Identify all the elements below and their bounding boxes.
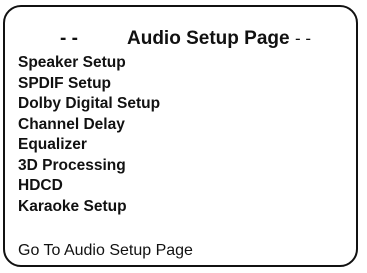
- menu-item-channel-delay[interactable]: Channel Delay: [18, 115, 160, 136]
- menu-item-karaoke-setup[interactable]: Karaoke Setup: [18, 197, 160, 218]
- page-title-bar: - - Audio Setup Page - -: [5, 27, 356, 51]
- menu-item-spdif-setup[interactable]: SPDIF Setup: [18, 74, 160, 95]
- audio-setup-menu: Speaker Setup SPDIF Setup Dolby Digital …: [18, 53, 160, 217]
- title-dash-left: - -: [60, 28, 78, 49]
- menu-item-dolby-digital-setup[interactable]: Dolby Digital Setup: [18, 94, 160, 115]
- menu-item-speaker-setup[interactable]: Speaker Setup: [18, 53, 160, 74]
- status-hint: Go To Audio Setup Page: [18, 242, 193, 259]
- menu-item-equalizer[interactable]: Equalizer: [18, 135, 160, 156]
- menu-item-3d-processing[interactable]: 3D Processing: [18, 156, 160, 177]
- audio-setup-screen: - - Audio Setup Page - - Speaker Setup S…: [3, 5, 358, 267]
- page-title: Audio Setup Page: [127, 28, 290, 49]
- title-dash-right: - -: [295, 29, 312, 48]
- menu-item-hdcd[interactable]: HDCD: [18, 176, 160, 197]
